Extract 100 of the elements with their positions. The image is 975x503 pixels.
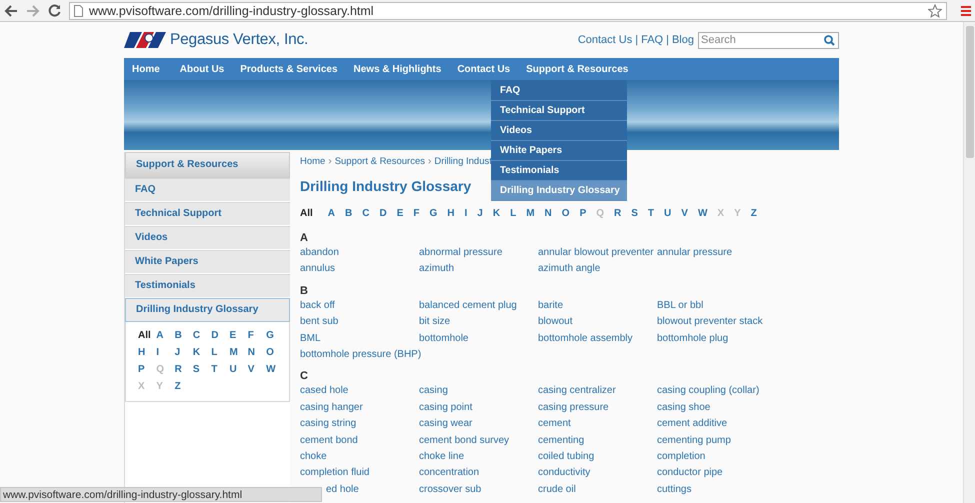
glossary-link[interactable]: bit size: [419, 316, 450, 328]
address-bar[interactable]: www.pvisoftware.com/drilling-industry-glossary.html: [69, 2, 947, 20]
nav-item[interactable]: About Us: [172, 64, 232, 74]
glossary-link[interactable]: BML: [300, 332, 321, 344]
glossary-link[interactable]: barite: [538, 300, 564, 311]
letter-link[interactable]: L: [211, 345, 230, 361]
letter-link[interactable]: D: [211, 328, 230, 344]
glossary-link[interactable]: casing centralizer: [538, 385, 616, 396]
nav-item[interactable]: Home: [124, 64, 172, 74]
letter-link[interactable]: Z: [750, 208, 757, 219]
sidebar-item[interactable]: Technical Support: [125, 202, 290, 226]
glossary-link[interactable]: cement: [538, 418, 571, 430]
letter-link[interactable]: D: [379, 208, 387, 219]
sidebar-item[interactable]: FAQ: [125, 178, 290, 202]
sidebar-item[interactable]: Testimonials: [125, 274, 290, 298]
letter-link[interactable]: S: [631, 208, 638, 219]
letter-link[interactable]: All: [300, 208, 313, 219]
letter-link[interactable]: E: [229, 328, 248, 344]
menu-item[interactable]: Videos: [491, 121, 627, 141]
glossary-link[interactable]: coiled tubing: [538, 450, 594, 462]
letter-link[interactable]: N: [248, 345, 266, 361]
glossary-link[interactable]: azimuth angle: [538, 263, 600, 274]
scrollbar[interactable]: [963, 22, 975, 503]
glossary-link[interactable]: bent sub: [300, 316, 338, 328]
letter-link[interactable]: All: [138, 328, 156, 344]
letter-link[interactable]: J: [174, 345, 193, 361]
glossary-link[interactable]: azimuth: [419, 263, 454, 274]
glossary-link[interactable]: completion: [657, 450, 706, 462]
letter-link[interactable]: Z: [174, 379, 193, 395]
letter-link[interactable]: O: [266, 345, 284, 361]
glossary-link[interactable]: crossover sub: [419, 484, 482, 495]
glossary-link[interactable]: cement additive: [657, 418, 728, 430]
sidebar-item[interactable]: Drilling Industry Glossary: [125, 298, 290, 322]
header-link[interactable]: Blog: [672, 34, 694, 46]
sidebar-item[interactable]: White Papers: [125, 250, 290, 274]
letter-link[interactable]: W: [698, 208, 708, 219]
glossary-link[interactable]: choke: [300, 450, 327, 462]
letter-link[interactable]: J: [477, 208, 483, 219]
glossary-link[interactable]: cement bond survey: [419, 434, 510, 446]
glossary-link[interactable]: casing: [419, 385, 448, 396]
letter-link[interactable]: H: [138, 345, 156, 361]
glossary-link[interactable]: annulus: [300, 263, 336, 274]
letter-link[interactable]: B: [345, 208, 352, 219]
glossary-link[interactable]: blowout: [538, 316, 572, 328]
glossary-link[interactable]: choke line: [419, 450, 464, 462]
glossary-link[interactable]: crude oil: [538, 484, 576, 495]
letter-link[interactable]: K: [192, 345, 212, 361]
letter-link[interactable]: B: [174, 328, 193, 344]
glossary-link[interactable]: bottomhole: [419, 332, 468, 344]
glossary-link[interactable]: back off: [300, 300, 335, 311]
header-link[interactable]: FAQ: [641, 34, 664, 46]
glossary-link[interactable]: bottomhole plug: [657, 332, 728, 344]
menu-item[interactable]: White Papers: [491, 141, 627, 161]
glossary-link[interactable]: cementing: [538, 434, 584, 446]
glossary-link[interactable]: bottomhole pressure (BHP): [300, 348, 422, 360]
breadcrumb-item[interactable]: Home: [300, 156, 326, 166]
glossary-link[interactable]: annular pressure: [657, 247, 732, 258]
menu-item[interactable]: Drilling Industry Glossary: [491, 181, 627, 201]
glossary-link[interactable]: annular blowout preventer: [538, 247, 654, 258]
glossary-link[interactable]: blowout preventer stack: [657, 316, 763, 328]
glossary-link[interactable]: casing point: [419, 402, 472, 413]
menu-item[interactable]: FAQ: [491, 81, 627, 101]
letter-link[interactable]: U: [664, 208, 672, 219]
glossary-link[interactable]: casing wear: [419, 418, 472, 430]
letter-link[interactable]: A: [328, 208, 336, 219]
letter-link[interactable]: T: [211, 362, 230, 378]
sidebar-item[interactable]: Videos: [125, 226, 290, 250]
letter-link[interactable]: N: [544, 208, 552, 219]
letter-link[interactable]: M: [526, 208, 535, 219]
glossary-link[interactable]: abnormal pressure: [419, 247, 502, 258]
nav-item[interactable]: News & Highlights: [346, 64, 450, 74]
glossary-link[interactable]: conductivity: [538, 467, 590, 478]
letter-link[interactable]: K: [492, 208, 500, 219]
search-field[interactable]: Search: [698, 32, 839, 48]
glossary-link[interactable]: casing hanger: [300, 402, 363, 413]
glossary-link[interactable]: cuttings: [657, 484, 692, 495]
letter-link[interactable]: P: [580, 208, 586, 219]
letter-link[interactable]: W: [266, 362, 284, 378]
letter-link[interactable]: M: [229, 345, 248, 361]
glossary-link[interactable]: casing pressure: [538, 402, 609, 413]
letter-link[interactable]: S: [192, 362, 212, 378]
letter-link[interactable]: I: [464, 208, 468, 219]
letter-link[interactable]: E: [396, 208, 404, 219]
letter-link[interactable]: R: [174, 362, 193, 378]
menu-icon[interactable]: [961, 4, 971, 16]
glossary-link[interactable]: concentration: [419, 467, 480, 478]
letter-link[interactable]: T: [648, 208, 654, 219]
nav-item[interactable]: Contact Us: [449, 64, 518, 74]
nav-item[interactable]: Products & Services: [232, 64, 346, 74]
letter-link[interactable]: C: [362, 208, 370, 219]
letter-link[interactable]: I: [156, 345, 175, 361]
glossary-link[interactable]: cement bond: [300, 434, 358, 446]
glossary-link[interactable]: casing string: [300, 418, 356, 430]
reload-icon[interactable]: [48, 4, 61, 17]
scrollbar-thumb[interactable]: [966, 26, 974, 158]
glossary-link[interactable]: cased hole: [300, 385, 348, 396]
glossary-link[interactable]: conductor pipe: [657, 467, 723, 478]
star-icon[interactable]: [928, 4, 942, 18]
glossary-link[interactable]: abandon: [300, 247, 339, 258]
letter-link[interactable]: V: [681, 208, 688, 219]
